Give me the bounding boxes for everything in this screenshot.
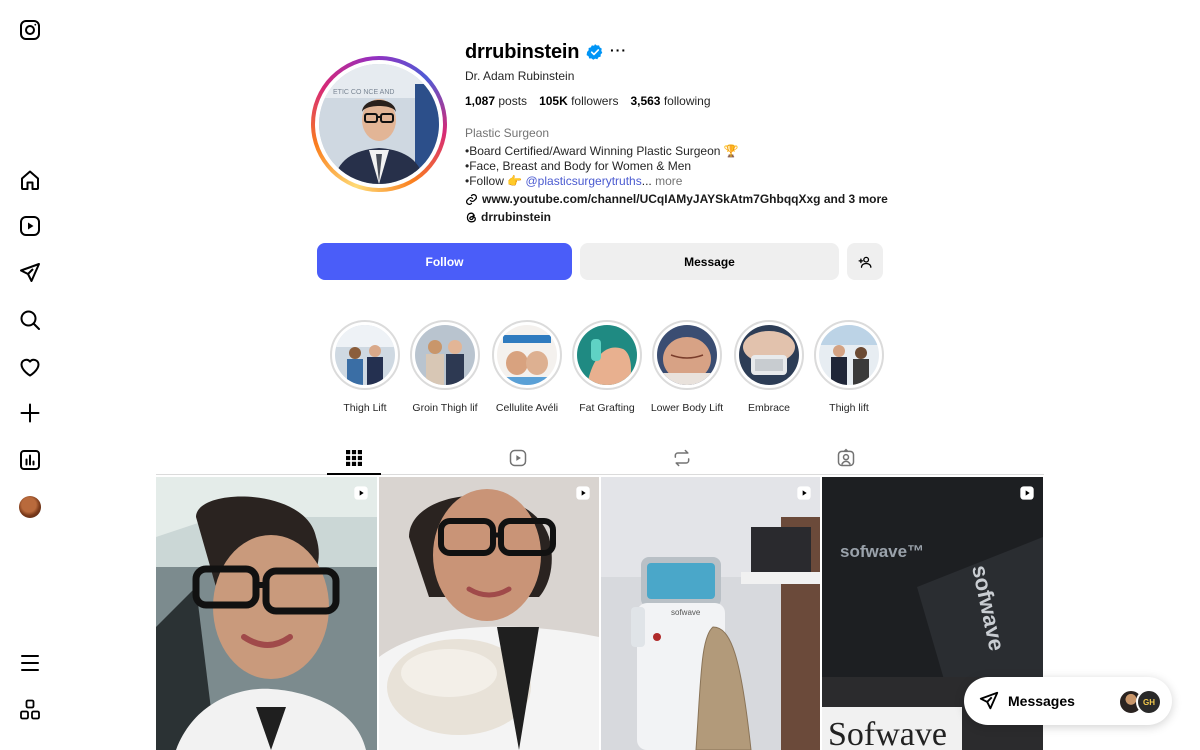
bio-line-2: •Face, Breast and Body for Women & Men [465,159,692,173]
threads-username: drrubinstein [481,210,552,224]
profile-category: Plastic Surgeon [465,126,550,140]
tab-tagged[interactable] [819,442,873,474]
highlight-item[interactable]: Groin Thigh lif [405,320,485,414]
highlight-cover [739,325,799,385]
profile-stats: 1,087 posts 105K followers 3,563 followi… [465,94,723,108]
instagram-logo-icon[interactable] [18,18,42,42]
highlight-ring [734,320,804,390]
highlight-label: Thigh lift [829,402,869,414]
messages-label: Messages [1008,693,1075,709]
create-icon[interactable] [18,401,42,425]
device-brand-text: sofwave [671,608,701,617]
suggested-accounts-button[interactable] [847,243,883,280]
messages-icon[interactable] [18,261,42,285]
posts-count: 1,087 posts [465,94,528,108]
following-count[interactable]: 3,563 following [630,94,710,108]
bio-more-link[interactable]: more [652,174,682,188]
profile-external-link[interactable]: www.youtube.com/channel/UCqIAMyJAYSkAtm7… [465,192,888,206]
highlight-item[interactable]: Fat Grafting [567,320,647,414]
reel-indicator-icon [1020,486,1034,500]
tab-reposts[interactable] [655,442,709,474]
external-link-text: www.youtube.com/channel/UCqIAMyJAYSkAtm7… [482,192,888,206]
brand-text-top: sofwave™ [840,542,924,561]
highlight-ring [492,320,562,390]
bio-line-3: •Follow 👉 @plasticsurgerytruths... more [465,174,682,188]
brand-text-bottom: Sofwave [828,716,947,750]
messages-dock[interactable]: Messages GH [964,677,1172,725]
highlight-label: Embrace [747,402,790,414]
highlight-cover [335,325,395,385]
follow-button[interactable]: Follow [317,243,572,280]
post-image [156,477,377,750]
home-icon[interactable] [18,168,42,192]
more-options-button[interactable]: ··· [610,42,627,58]
highlight-ring [410,320,480,390]
reels-tab-icon [509,449,527,467]
highlight-label: Cellulite Avéli [495,402,559,414]
highlight-ring [814,320,884,390]
menu-icon[interactable] [18,651,42,675]
highlight-cover [497,325,557,385]
highlight-item[interactable]: Lower Body Lift [647,320,727,414]
highlight-label: Groin Thigh lif [412,402,478,414]
link-icon [466,193,477,205]
left-nav [0,0,60,750]
post-image [379,477,599,750]
highlight-label: Lower Body Lift [650,402,724,414]
reels-icon[interactable] [18,214,42,238]
message-button[interactable]: Message [580,243,839,280]
message-avatar: GH [1136,689,1162,715]
highlight-cover [415,325,475,385]
add-person-icon [858,256,872,268]
svg-text:ETIC CO NCE AND: ETIC CO NCE AND [333,89,394,96]
repost-icon [674,449,690,467]
post-image: sofwave [601,477,820,750]
highlight-label: Fat Grafting [579,402,635,414]
highlight-cover [657,325,717,385]
highlight-ring [330,320,400,390]
post-thumbnail[interactable] [379,477,599,750]
insights-icon[interactable] [18,448,42,472]
threads-link[interactable]: drrubinstein [465,210,551,224]
verified-badge-icon [586,43,604,61]
bio-line-1: •Board Certified/Award Winning Plastic S… [465,144,739,158]
highlight-item[interactable]: Thigh lift [809,320,889,414]
tab-reels[interactable] [491,442,545,474]
tab-posts-grid[interactable] [327,442,381,475]
apps-icon[interactable] [18,698,42,722]
search-icon[interactable] [18,308,42,332]
tabs-divider [156,474,1044,475]
highlight-item[interactable]: Embrace [729,320,809,414]
tagged-icon [837,448,855,467]
reel-indicator-icon [576,486,590,500]
reel-indicator-icon [354,486,368,500]
highlight-ring [572,320,642,390]
profile-avatar-icon[interactable] [19,496,41,518]
highlight-item[interactable]: Thigh Lift [325,320,405,414]
post-thumbnail[interactable] [156,477,377,750]
bio-mention-link[interactable]: @plasticsurgerytruths [526,174,642,188]
highlight-ring [652,320,722,390]
profile-picture-frame: ETIC CO NCE AND [315,60,443,188]
profile-picture: ETIC CO NCE AND [319,64,439,184]
profile-username: drrubinstein [465,41,580,63]
bio-line-3-prefix: •Follow 👉 [465,174,526,188]
bio-ellipsis: ... [641,174,652,188]
profile-picture-story-ring[interactable]: ETIC CO NCE AND [311,56,447,192]
notifications-icon[interactable] [18,355,42,379]
threads-icon [466,212,476,222]
direct-message-icon [979,691,999,710]
highlight-cover [819,325,879,385]
reel-indicator-icon [797,486,811,500]
profile-full-name: Dr. Adam Rubinstein [465,69,575,83]
highlight-item[interactable]: Cellulite Avéli [487,320,567,414]
post-thumbnail[interactable]: sofwave [601,477,820,750]
followers-count[interactable]: 105K followers [539,94,618,108]
highlight-cover [577,325,637,385]
grid-icon [346,449,362,466]
highlight-label: Thigh Lift [343,402,387,414]
